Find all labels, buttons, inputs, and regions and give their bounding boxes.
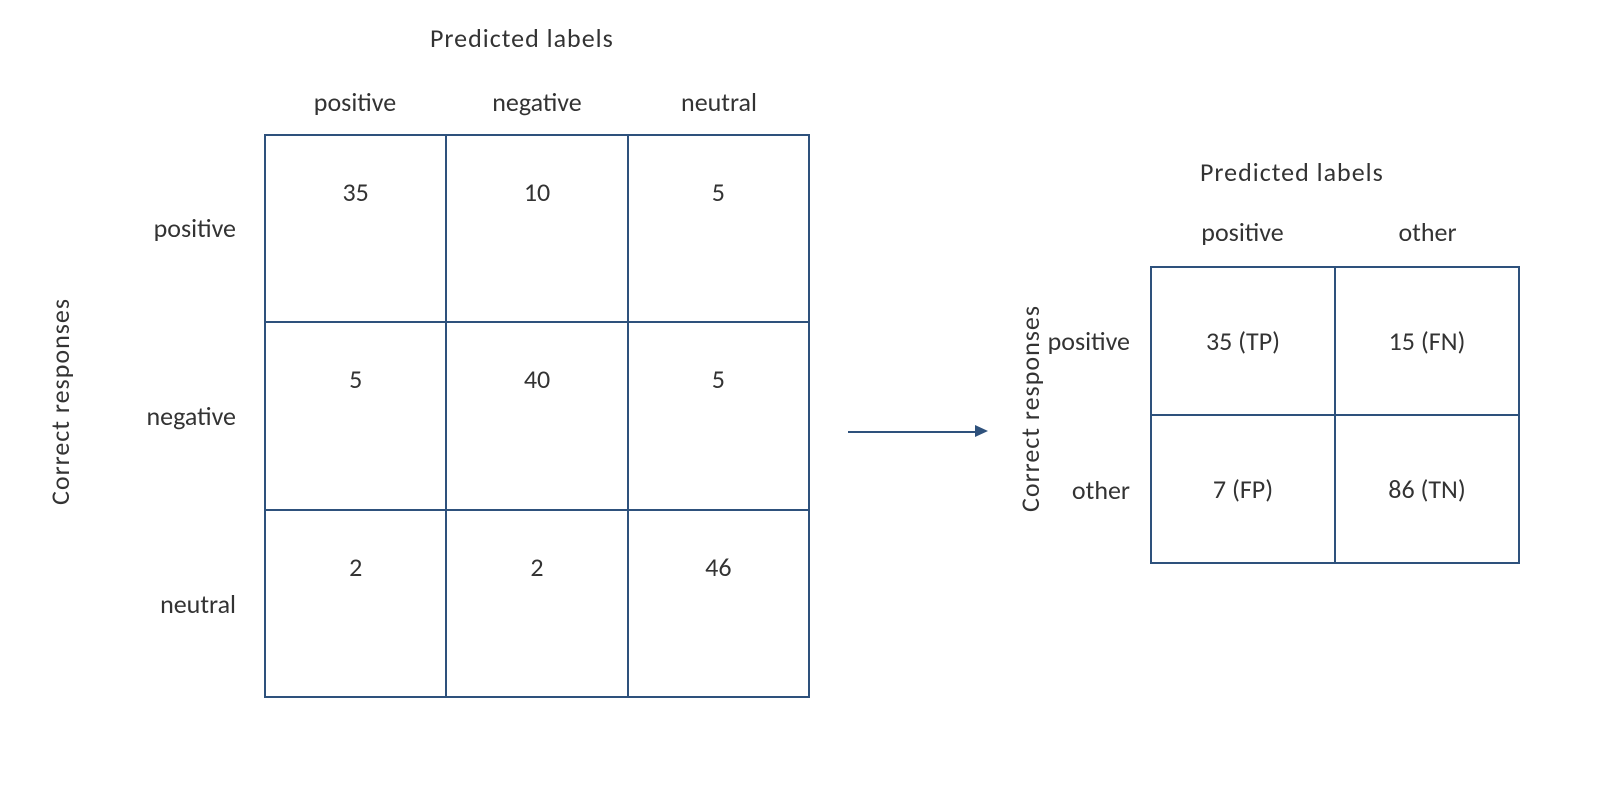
left-cell-1-2: 5: [627, 323, 808, 508]
left-cell-1-0: 5: [266, 323, 445, 508]
right-cell-tp: 35 (TP): [1152, 268, 1334, 414]
right-cell-tn: 86 (TN): [1334, 416, 1518, 562]
left-row-labels: positive negative neutral: [100, 134, 250, 698]
left-row-label-neutral: neutral: [100, 510, 250, 698]
arrow-icon: [848, 422, 988, 442]
left-row-label-negative: negative: [100, 322, 250, 510]
left-row-label-positive: positive: [100, 134, 250, 322]
right-row-label-other: other: [1036, 415, 1140, 564]
table-row: 7 (FP) 86 (TN): [1152, 414, 1518, 562]
left-cell-2-2: 46: [627, 511, 808, 696]
left-col-label-positive: positive: [264, 86, 446, 118]
right-column-labels: positive other: [1150, 216, 1520, 248]
left-confusion-matrix: 35 10 5 5 40 5 2 2 46: [264, 134, 810, 698]
right-row-labels: positive other: [1036, 266, 1140, 564]
left-cell-0-0: 35: [266, 136, 445, 321]
left-cell-0-2: 5: [627, 136, 808, 321]
right-predicted-title: Predicted labels: [1200, 156, 1384, 188]
left-cell-2-1: 2: [445, 511, 626, 696]
left-cell-1-1: 40: [445, 323, 626, 508]
right-col-label-positive: positive: [1150, 216, 1335, 248]
table-row: 35 (TP) 15 (FN): [1152, 268, 1518, 414]
right-cell-fn: 15 (FN): [1334, 268, 1518, 414]
left-col-label-negative: negative: [446, 86, 628, 118]
left-predicted-title: Predicted labels: [430, 22, 614, 54]
left-column-labels: positive negative neutral: [264, 86, 810, 118]
left-cell-2-0: 2: [266, 511, 445, 696]
left-correct-title: Correct responses: [44, 298, 76, 505]
left-col-label-neutral: neutral: [628, 86, 810, 118]
right-cell-fp: 7 (FP): [1152, 416, 1334, 562]
table-row: 35 10 5: [266, 136, 808, 321]
right-row-label-positive: positive: [1036, 266, 1140, 415]
right-confusion-matrix: 35 (TP) 15 (FN) 7 (FP) 86 (TN): [1150, 266, 1520, 564]
table-row: 5 40 5: [266, 321, 808, 508]
table-row: 2 2 46: [266, 509, 808, 696]
right-col-label-other: other: [1335, 216, 1520, 248]
left-cell-0-1: 10: [445, 136, 626, 321]
